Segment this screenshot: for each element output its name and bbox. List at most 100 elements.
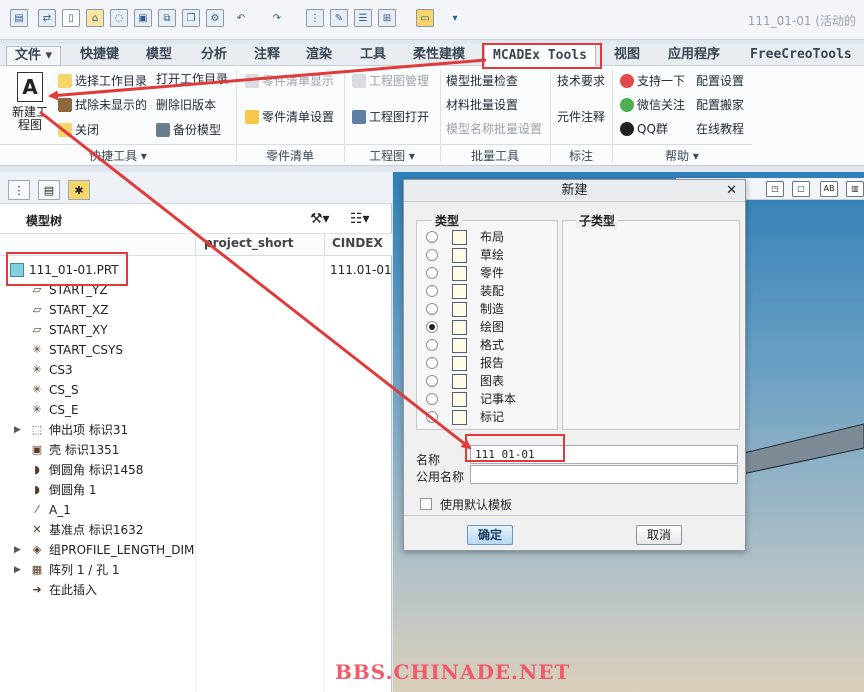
- component-annotation-button[interactable]: 元件注释: [557, 108, 605, 125]
- new-drawing-button[interactable]: A 新建工 程图: [10, 72, 50, 142]
- tab-tools[interactable]: 工具: [352, 46, 394, 66]
- type-radio[interactable]: [426, 411, 438, 423]
- tab-applications[interactable]: 应用程序: [660, 46, 728, 66]
- folder-browser-tab-icon[interactable]: ▤: [38, 180, 60, 200]
- batch-model-check-button[interactable]: 模型批量检查: [446, 72, 518, 89]
- type-radio[interactable]: [426, 285, 438, 297]
- tab-shortcuts[interactable]: 快捷键: [72, 46, 127, 66]
- config-migrate-button[interactable]: 配置搬家: [696, 96, 744, 113]
- tree-item[interactable]: ▱ START_XY: [14, 320, 394, 340]
- backup-model-button[interactable]: 备份模型: [156, 121, 221, 138]
- save-icon[interactable]: ▣: [134, 9, 152, 27]
- tree-item[interactable]: ▶ ◈ 组PROFILE_LENGTH_DIM: [14, 540, 394, 560]
- new-file-icon[interactable]: ▯: [62, 9, 80, 27]
- wechat-button[interactable]: 微信关注: [620, 96, 685, 113]
- expand-arrow-icon[interactable]: ▶: [14, 560, 21, 580]
- redo-icon[interactable]: ↷: [268, 9, 286, 27]
- config-settings-button[interactable]: 配置设置: [696, 72, 744, 89]
- tree-item[interactable]: ➜ 在此插入: [14, 580, 394, 600]
- common-name-input[interactable]: [470, 465, 738, 484]
- type-option[interactable]: 布局: [426, 228, 504, 246]
- model-tree-tab-icon[interactable]: ⋮: [8, 180, 30, 200]
- select-workdir-button[interactable]: 选择工作目录: [58, 72, 147, 89]
- type-option[interactable]: 报告: [426, 354, 504, 372]
- tab-view[interactable]: 视图: [606, 46, 648, 66]
- tree-item[interactable]: ◗ 倒圆角 标识1458: [14, 460, 394, 480]
- hierarchy-icon[interactable]: ⋮: [306, 9, 324, 27]
- tree-item[interactable]: ▶ ▦ 阵列 1 / 孔 1: [14, 560, 394, 580]
- group-help[interactable]: 帮助 ▾: [612, 144, 752, 166]
- display-style-icon[interactable]: ▢: [792, 181, 810, 197]
- cancel-button[interactable]: 取消: [636, 525, 682, 545]
- customize-chevron-icon[interactable]: ▾: [446, 9, 464, 27]
- support-button[interactable]: 支持一下: [620, 72, 685, 89]
- expand-arrow-icon[interactable]: ▶: [14, 420, 21, 440]
- type-radio[interactable]: [426, 249, 438, 261]
- type-radio[interactable]: [426, 357, 438, 369]
- undo-icon[interactable]: ↶: [232, 9, 250, 27]
- batch-model-name-button[interactable]: 模型名称批量设置: [446, 120, 542, 137]
- type-option[interactable]: 草绘: [426, 246, 504, 264]
- tree-item[interactable]: ✳ CS_E: [14, 400, 394, 420]
- type-option[interactable]: 格式: [426, 336, 504, 354]
- tree-item[interactable]: ✳ CS3: [14, 360, 394, 380]
- type-option[interactable]: 制造: [426, 300, 504, 318]
- type-option[interactable]: 图表: [426, 372, 504, 390]
- windows-icon[interactable]: ⊞: [378, 9, 396, 27]
- tab-freecreotools[interactable]: FreeCreoTools: [742, 46, 860, 66]
- parts-list-settings-button[interactable]: 零件清单设置: [245, 108, 334, 125]
- delete-old-versions-button[interactable]: 删除旧版本: [156, 96, 216, 113]
- tech-requirements-button[interactable]: 技术要求: [557, 72, 605, 89]
- tab-file[interactable]: 文件 ▾: [6, 46, 62, 66]
- tab-mcadex-tools[interactable]: MCADEx Tools: [484, 44, 596, 67]
- tree-item[interactable]: ▣ 壳 标识1351: [14, 440, 394, 460]
- online-tutorial-button[interactable]: 在线教程: [696, 120, 744, 137]
- chat-icon[interactable]: ◌: [110, 9, 128, 27]
- tree-item[interactable]: ⁄ A_1: [14, 500, 394, 520]
- group-drawing[interactable]: 工程图 ▾: [344, 144, 440, 166]
- tree-item[interactable]: ▶ ⬚ 伸出项 标识31: [14, 420, 394, 440]
- favorites-tab-icon[interactable]: ✱: [68, 180, 90, 200]
- copy-icon[interactable]: ❐: [182, 9, 200, 27]
- tab-annotate[interactable]: 注释: [246, 46, 288, 66]
- ok-button[interactable]: 确定: [467, 525, 513, 545]
- saved-views-icon[interactable]: ▥: [846, 181, 864, 197]
- type-radio[interactable]: [426, 231, 438, 243]
- app-icon[interactable]: ▤: [10, 9, 28, 27]
- tab-model[interactable]: 模型: [138, 46, 180, 66]
- edit-icon[interactable]: ✎: [330, 9, 348, 27]
- window-icon[interactable]: ⧉: [158, 9, 176, 27]
- group-quick-tools[interactable]: 快捷工具 ▾: [0, 144, 236, 166]
- open-workdir-button[interactable]: 打开工作目录: [156, 70, 228, 87]
- sheet-icon[interactable]: ☰: [354, 9, 372, 27]
- type-radio[interactable]: [426, 321, 438, 333]
- tree-item[interactable]: ▱ START_YZ: [14, 280, 394, 300]
- parts-list-display-button[interactable]: 零件清单显示: [245, 72, 334, 89]
- close-button[interactable]: 关闭: [58, 121, 99, 138]
- tab-render[interactable]: 渲染: [298, 46, 340, 66]
- drawing-manager-button[interactable]: 工程图管理: [352, 72, 429, 89]
- type-option[interactable]: 零件: [426, 264, 504, 282]
- regenerate-icon[interactable]: ⇄: [38, 9, 56, 27]
- annotation-display-icon[interactable]: AB: [820, 181, 838, 197]
- erase-not-displayed-button[interactable]: 拭除未显示的: [58, 96, 147, 113]
- type-option[interactable]: 装配: [426, 282, 504, 300]
- type-radio[interactable]: [426, 375, 438, 387]
- dialog-close-icon[interactable]: ✕: [726, 183, 737, 198]
- type-option[interactable]: 标记: [426, 408, 504, 426]
- name-input[interactable]: 111_01-01: [470, 445, 738, 464]
- column-project-short[interactable]: project_short: [204, 236, 293, 250]
- tab-flexible-modeling[interactable]: 柔性建模: [405, 46, 473, 66]
- show-columns-icon[interactable]: ☷▾: [350, 211, 370, 227]
- open-folder-icon[interactable]: ⌂: [86, 9, 104, 27]
- drawing-open-button[interactable]: 工程图打开: [352, 108, 429, 125]
- type-radio[interactable]: [426, 339, 438, 351]
- qq-group-button[interactable]: QQ群: [620, 120, 668, 137]
- folder-icon[interactable]: ▭: [416, 9, 434, 27]
- type-radio[interactable]: [426, 393, 438, 405]
- tools-icon[interactable]: ⚙: [206, 9, 224, 27]
- tree-item[interactable]: ▱ START_XZ: [14, 300, 394, 320]
- expand-arrow-icon[interactable]: ▶: [14, 540, 21, 560]
- tree-item[interactable]: ✳ CS_S: [14, 380, 394, 400]
- column-cindex[interactable]: CINDEX: [332, 236, 383, 250]
